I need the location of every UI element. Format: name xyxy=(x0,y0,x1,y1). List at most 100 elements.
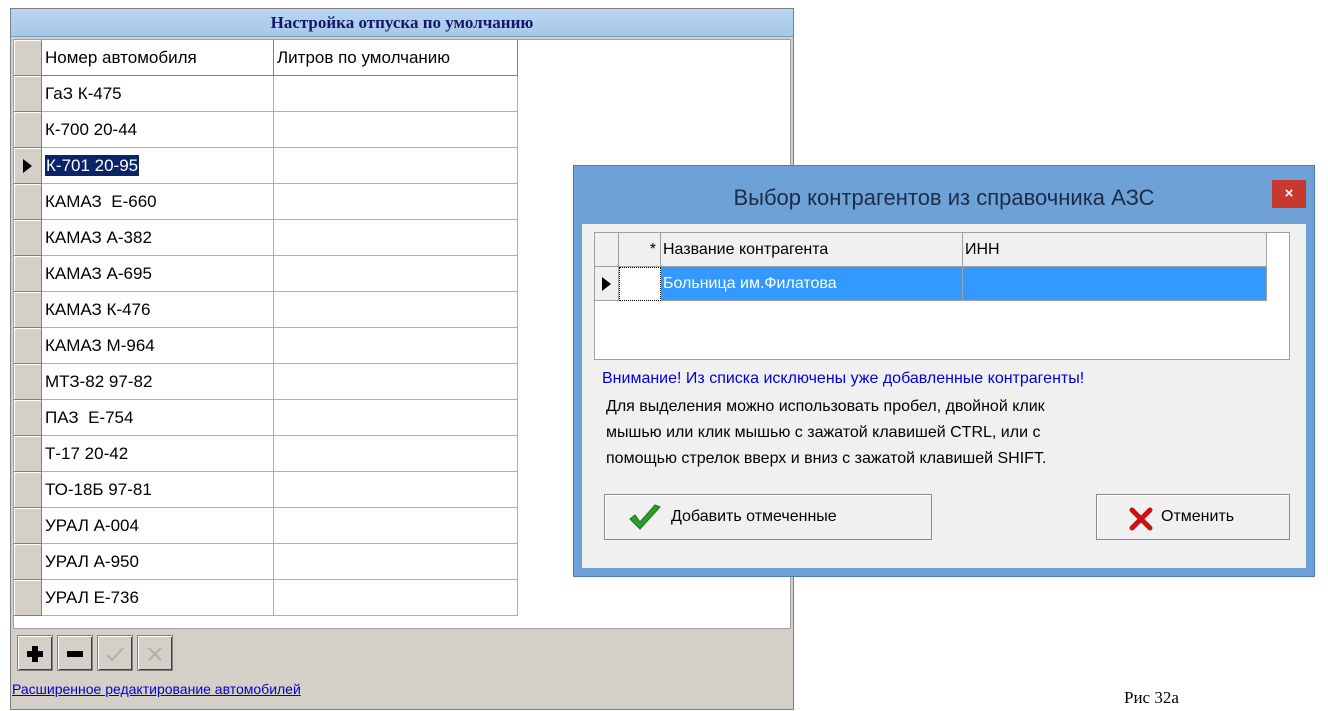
vehicle-cell[interactable]: Т-17 20-42 xyxy=(42,436,274,472)
close-button[interactable]: × xyxy=(1272,180,1306,208)
cancel-record-button[interactable] xyxy=(137,635,173,671)
header-indicator xyxy=(14,40,42,76)
minus-icon xyxy=(67,651,83,657)
table-row[interactable]: КАМАЗ А-382 xyxy=(14,220,518,256)
check-icon xyxy=(629,504,661,530)
table-row[interactable]: УРАЛ А-004 xyxy=(14,508,518,544)
column-header-inn[interactable]: ИНН xyxy=(963,233,1267,267)
grid-header-row: Номер автомобиля Литров по умолчанию xyxy=(14,40,518,76)
vehicle-cell[interactable]: К-701 20-95 xyxy=(42,148,274,184)
counterparty-inn-cell[interactable] xyxy=(963,267,1267,301)
liters-cell[interactable] xyxy=(274,544,518,580)
liters-cell[interactable] xyxy=(274,184,518,220)
post-record-button[interactable] xyxy=(97,635,133,671)
table-row[interactable]: ГаЗ К-475 xyxy=(14,76,518,112)
table-row[interactable]: УРАЛ Е-736 xyxy=(14,580,518,616)
liters-cell[interactable] xyxy=(274,472,518,508)
row-indicator[interactable] xyxy=(14,580,42,616)
liters-cell[interactable] xyxy=(274,400,518,436)
vehicle-cell[interactable]: КАМАЗ К-476 xyxy=(42,292,274,328)
table-row[interactable]: К-700 20-44 xyxy=(14,112,518,148)
vehicle-cell[interactable]: КАМАЗ Е-660 xyxy=(42,184,274,220)
warning-text: Внимание! Из списка исключены уже добавл… xyxy=(602,370,1085,387)
check-icon xyxy=(106,647,124,662)
mark-cell[interactable] xyxy=(619,267,661,301)
row-indicator[interactable] xyxy=(14,292,42,328)
column-header-name[interactable]: Название контрагента xyxy=(661,233,963,267)
window-title: Настройка отпуска по умолчанию xyxy=(11,9,793,37)
vehicle-cell[interactable]: УРАЛ А-950 xyxy=(42,544,274,580)
liters-cell[interactable] xyxy=(274,76,518,112)
liters-cell[interactable] xyxy=(274,292,518,328)
liters-cell[interactable] xyxy=(274,112,518,148)
delete-record-button[interactable] xyxy=(57,635,93,671)
table-row[interactable]: КАМАЗ К-476 xyxy=(14,292,518,328)
table-row-selected[interactable]: К-701 20-95 xyxy=(14,148,518,184)
row-indicator[interactable] xyxy=(14,472,42,508)
vehicle-cell[interactable]: УРАЛ Е-736 xyxy=(42,580,274,616)
vehicle-cell[interactable]: МТЗ-82 97-82 xyxy=(42,364,274,400)
counterparty-selection-dialog: Выбор контрагентов из справочника АЗС × … xyxy=(573,165,1315,577)
close-icon xyxy=(1129,507,1153,531)
liters-cell[interactable] xyxy=(274,256,518,292)
vehicle-cell[interactable]: К-700 20-44 xyxy=(42,112,274,148)
hint-line: мышью или клик мышью с зажатой клавишей … xyxy=(606,424,1041,441)
table-row[interactable]: Т-17 20-42 xyxy=(14,436,518,472)
liters-cell[interactable] xyxy=(274,364,518,400)
column-header-liters[interactable]: Литров по умолчанию xyxy=(274,40,518,76)
dialog-body: * Название контрагента ИНН Больница им.Ф… xyxy=(582,224,1306,568)
liters-cell[interactable] xyxy=(274,328,518,364)
counterparty-grid[interactable]: * Название контрагента ИНН Больница им.Ф… xyxy=(594,232,1290,360)
vehicle-cell[interactable]: ГаЗ К-475 xyxy=(42,76,274,112)
vehicle-cell[interactable]: ПАЗ Е-754 xyxy=(42,400,274,436)
table-row[interactable]: ТО-18Б 97-81 xyxy=(14,472,518,508)
liters-cell[interactable] xyxy=(274,508,518,544)
hint-line: помощью стрелок вверх и вниз с зажатой к… xyxy=(606,450,1047,467)
grid-toolbar xyxy=(15,635,791,673)
current-row-arrow-icon xyxy=(23,159,32,173)
figure-caption: Рис 32а xyxy=(1124,688,1179,707)
liters-cell[interactable] xyxy=(274,148,518,184)
vehicle-cell[interactable]: ТО-18Б 97-81 xyxy=(42,472,274,508)
row-indicator[interactable] xyxy=(14,436,42,472)
row-indicator[interactable] xyxy=(14,148,42,184)
table-row[interactable]: КАМАЗ М-964 xyxy=(14,328,518,364)
vehicle-cell[interactable]: КАМАЗ А-382 xyxy=(42,220,274,256)
row-indicator[interactable] xyxy=(14,184,42,220)
cancel-button[interactable]: Отменить xyxy=(1096,494,1290,540)
cross-icon xyxy=(148,647,162,661)
table-row[interactable]: МТЗ-82 97-82 xyxy=(14,364,518,400)
plus-icon xyxy=(27,646,43,662)
counterparty-name-cell[interactable]: Больница им.Филатова xyxy=(661,267,963,301)
vehicle-cell[interactable]: КАМАЗ М-964 xyxy=(42,328,274,364)
header-indicator xyxy=(595,233,619,267)
liters-cell[interactable] xyxy=(274,436,518,472)
row-indicator[interactable] xyxy=(14,508,42,544)
table-row[interactable]: ПАЗ Е-754 xyxy=(14,400,518,436)
row-indicator[interactable] xyxy=(14,364,42,400)
table-row[interactable]: КАМАЗ А-695 xyxy=(14,256,518,292)
column-header-vehicle[interactable]: Номер автомобиля xyxy=(42,40,274,76)
liters-cell[interactable] xyxy=(274,220,518,256)
table-row[interactable]: КАМАЗ Е-660 xyxy=(14,184,518,220)
current-row-arrow-icon xyxy=(602,277,611,291)
column-header-mark[interactable]: * xyxy=(619,233,661,267)
vehicle-cell[interactable]: КАМАЗ А-695 xyxy=(42,256,274,292)
table-row[interactable]: УРАЛ А-950 xyxy=(14,544,518,580)
row-indicator[interactable] xyxy=(14,76,42,112)
add-record-button[interactable] xyxy=(17,635,53,671)
vehicle-cell[interactable]: УРАЛ А-004 xyxy=(42,508,274,544)
row-indicator[interactable] xyxy=(14,400,42,436)
add-selected-label: Добавить отмеченные xyxy=(671,508,837,525)
selected-vehicle-text: К-701 20-95 xyxy=(45,155,140,176)
extended-vehicle-edit-link[interactable]: Расширенное редактирование автомобилей xyxy=(12,681,301,697)
row-indicator[interactable] xyxy=(14,220,42,256)
row-indicator[interactable] xyxy=(595,267,619,301)
hint-line: Для выделения можно использовать пробел,… xyxy=(606,398,1045,415)
row-indicator[interactable] xyxy=(14,544,42,580)
row-indicator[interactable] xyxy=(14,112,42,148)
liters-cell[interactable] xyxy=(274,580,518,616)
add-selected-button[interactable]: Добавить отмеченные xyxy=(604,494,932,540)
row-indicator[interactable] xyxy=(14,328,42,364)
row-indicator[interactable] xyxy=(14,256,42,292)
